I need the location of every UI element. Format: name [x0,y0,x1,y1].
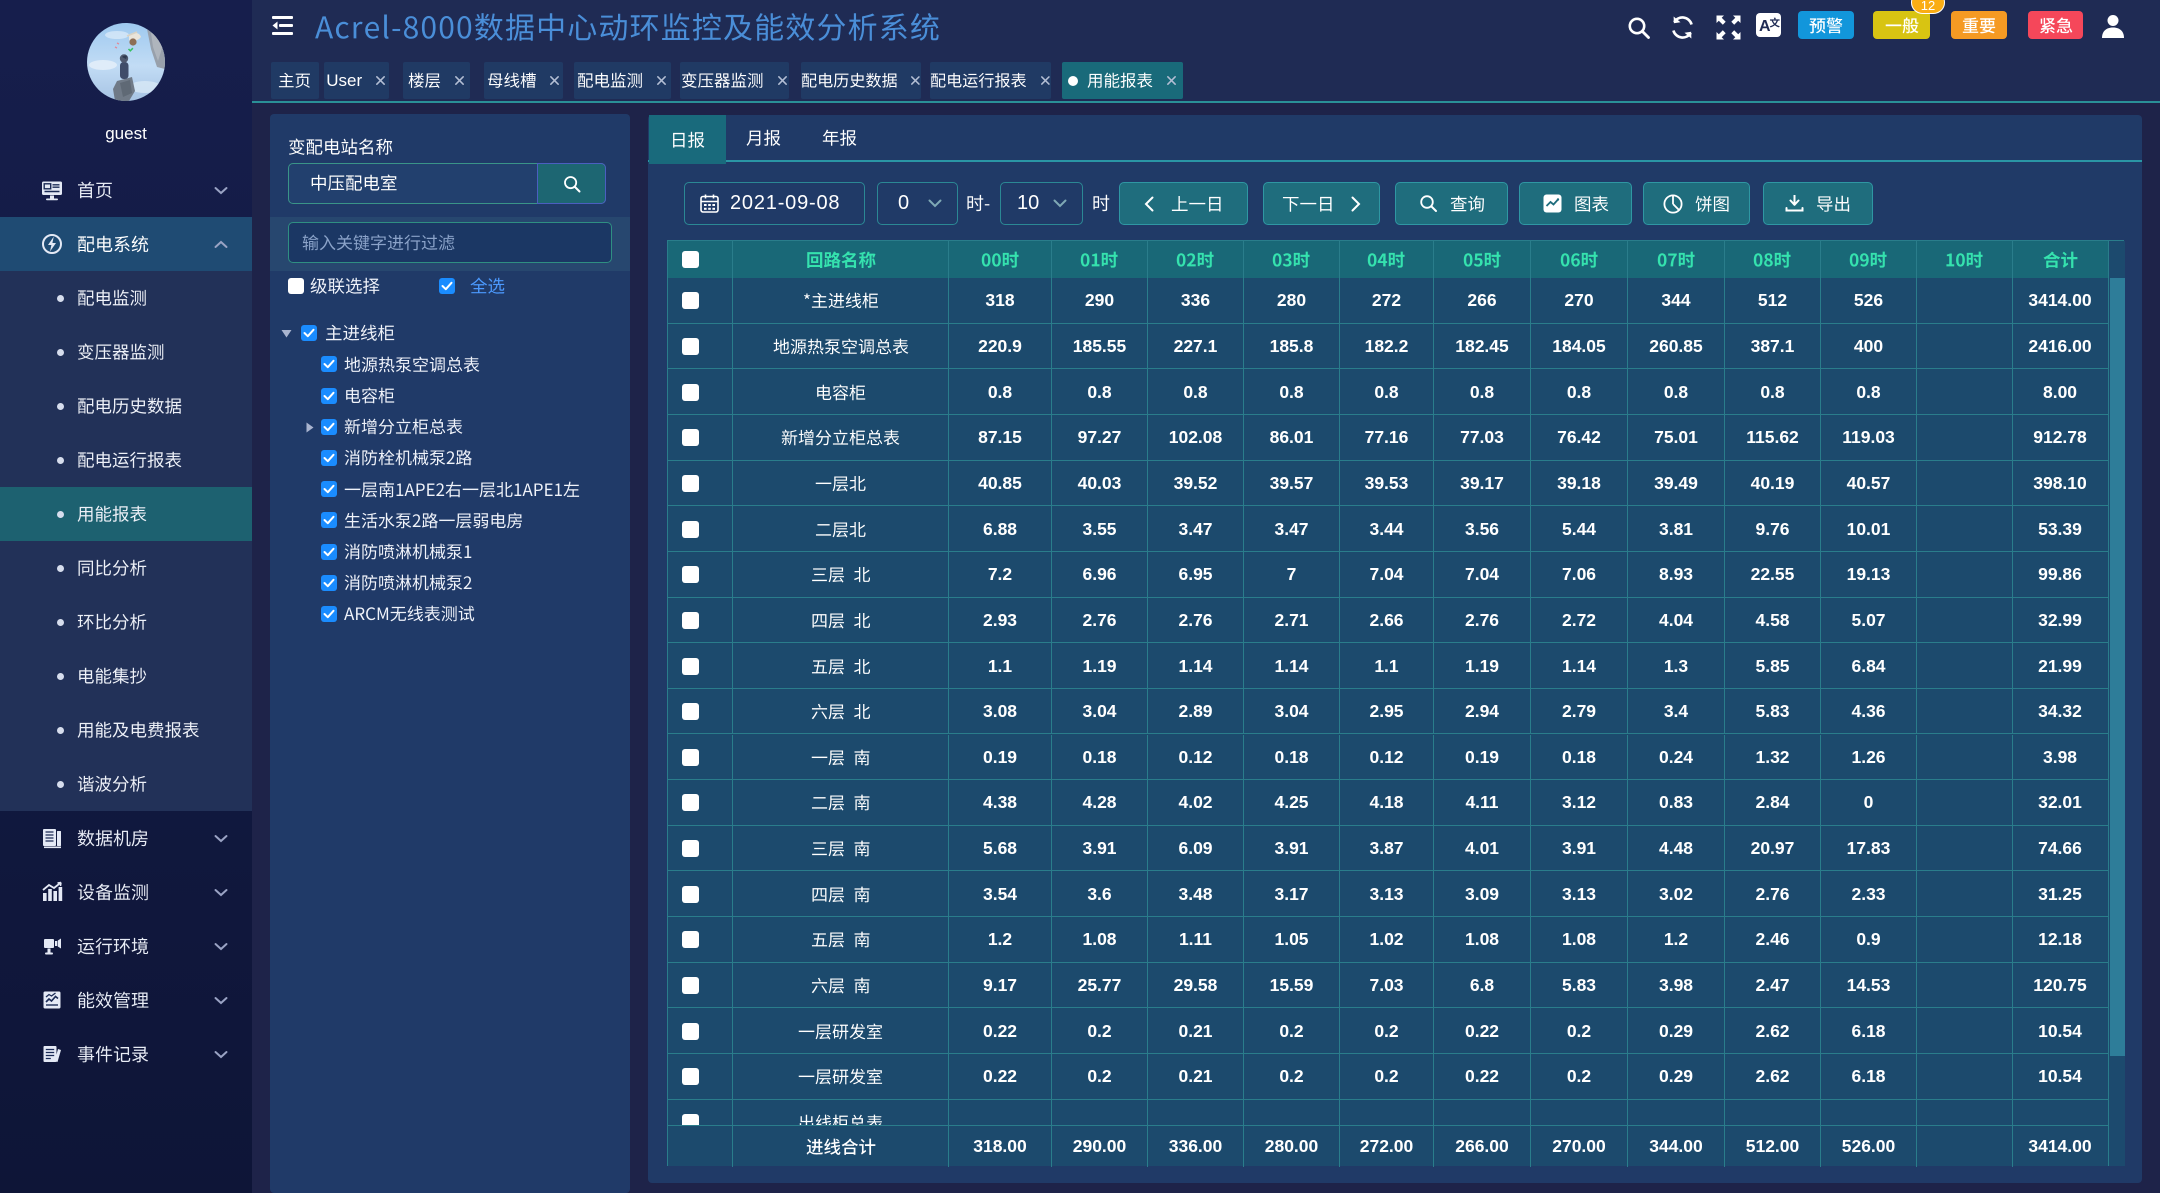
svg-text:A: A [1759,18,1771,35]
